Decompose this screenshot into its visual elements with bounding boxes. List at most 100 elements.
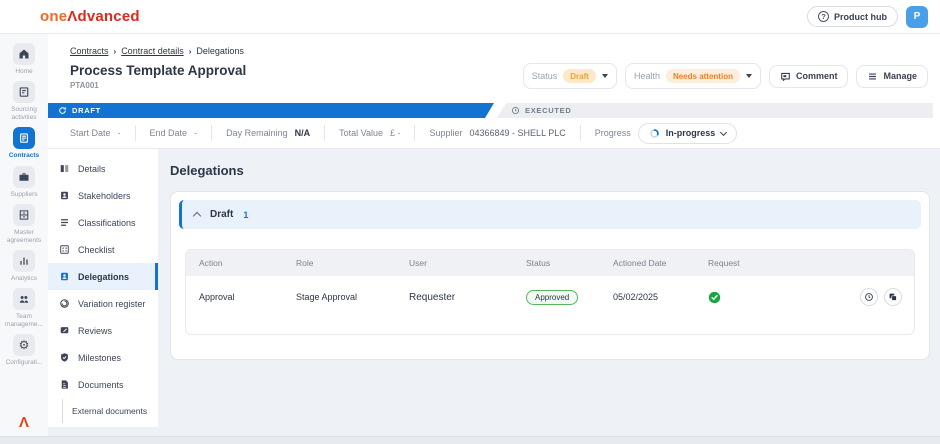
page-toolbar: Status Draft Health Needs attention Comm… [523,63,928,89]
column-role: Role [296,258,409,268]
logo-suffix: Λdvanced [67,8,139,25]
documents-icon [59,379,70,390]
nav-item-reviews[interactable]: Reviews [48,317,158,344]
cell-user: Requester [409,292,526,303]
draft-accordion-header[interactable]: Draft 1 [179,200,921,229]
status-label: Status [532,71,558,81]
sidebar-item-analytics[interactable]: Analytics [0,250,48,283]
total-value-field: Total Value £ - [339,128,414,138]
nav-item-external-documents[interactable]: External documents [48,398,158,424]
end-date-field: End Date - [150,128,212,138]
section-title: Delegations [170,163,930,178]
details-icon [59,163,70,174]
sidebar-item-master-agreements[interactable]: Master agreements [0,204,48,245]
supplier-field: Supplier 04366849 - SHELL PLC [429,128,579,138]
nav-item-checklist[interactable]: Checklist [48,236,158,263]
divider [414,125,415,141]
breadcrumb-contracts[interactable]: Contracts [70,46,109,56]
page-title: Process Template Approval [70,63,246,78]
sidebar-item-contracts[interactable]: Contracts [0,127,48,160]
delegations-icon [59,271,70,282]
breadcrumb-current: Delegations [196,46,244,56]
sidebar-item-home[interactable]: Home [0,43,48,76]
top-header: oneΛdvanced ? Product hub P [0,0,940,34]
variation-register-icon [59,298,70,309]
divider [580,125,581,141]
reviews-icon [59,325,70,336]
request-approved-check-icon [708,291,818,304]
nav-item-details[interactable]: Details [48,155,158,182]
nav-item-milestones[interactable]: Milestones [48,344,158,371]
in-progress-icon [649,128,660,139]
configuration-icon: ⚙ [13,334,35,356]
history-button[interactable] [860,288,878,306]
day-remaining-field: Day Remaining N/A [226,128,324,138]
sourcing-activities-icon [13,81,35,103]
clock-icon [511,106,520,115]
column-user: User [409,258,526,268]
nav-item-stakeholders[interactable]: Stakeholders [48,182,158,209]
delegations-panel: Delegations Draft 1 Action Role User Sta… [158,149,940,441]
help-icon: ? [818,11,829,22]
sidebar-item-configuration[interactable]: ⚙ Configurati... [0,334,48,367]
chevron-down-icon [602,74,608,78]
menu-icon [867,71,878,82]
health-dropdown[interactable]: Health Needs attention [625,63,761,89]
divider [211,125,212,141]
home-icon [13,43,35,65]
analytics-icon [13,250,35,272]
product-hub-label: Product hub [834,12,887,22]
health-badge: Needs attention [666,69,740,83]
checklist-icon [59,244,70,255]
contract-summary-bar: Start Date - End Date - Day Remaining N/… [48,118,940,149]
comment-button[interactable]: Comment [769,65,849,88]
primary-sidebar: Home Sourcing activities Contracts Suppl… [0,34,48,444]
progress-dropdown[interactable]: In-progress [638,123,738,144]
column-request: Request [708,258,818,268]
breadcrumb-separator: › [114,47,117,56]
request-note-button[interactable] [884,288,902,306]
cell-action: Approval [199,292,296,302]
product-hub-button[interactable]: ? Product hub [807,6,898,27]
status-dropdown[interactable]: Status Draft [523,63,617,89]
nav-item-delegations[interactable]: Delegations [48,263,158,290]
breadcrumb-contract-details[interactable]: Contract details [121,46,184,56]
team-management-icon [13,288,35,310]
sidebar-item-sourcing-activities[interactable]: Sourcing activities [0,81,48,122]
nav-item-documents[interactable]: Documents [48,371,158,398]
manage-button[interactable]: Manage [856,65,928,88]
nav-item-classifications[interactable]: Classifications [48,209,158,236]
contract-section-nav: Details Stakeholders Classifications Che… [48,149,158,427]
contract-reference: PTA001 [70,81,246,90]
progress-field: Progress In-progress [595,123,752,144]
status-badge: Draft [563,69,596,83]
refresh-icon [58,106,67,115]
cell-actioned-date: 05/02/2025 [613,292,708,302]
history-icon [864,292,874,302]
content-area: Contracts › Contract details › Delegatio… [48,34,940,444]
stage-executed: EXECUTED [497,103,933,118]
user-avatar[interactable]: P [906,6,928,28]
divider [135,125,136,141]
table-header-row: Action Role User Status Actioned Date Re… [186,250,914,276]
start-date-field: Start Date - [70,128,135,138]
column-action: Action [199,258,296,268]
divider [324,125,325,141]
stakeholders-icon [59,190,70,201]
breadcrumb-separator: › [189,47,192,56]
chevron-down-icon [746,74,752,78]
group-count-badge: 1 [243,210,248,220]
table-row: Approval Stage Approval Requester Approv… [186,276,914,318]
nav-item-variation-register[interactable]: Variation register [48,290,158,317]
document-copy-icon [888,292,898,302]
approved-status-badge: Approved [526,290,578,305]
contract-stage-stepper: DRAFT EXECUTED [48,103,940,118]
chevron-down-icon [720,128,727,135]
sidebar-item-suppliers[interactable]: Suppliers [0,166,48,199]
advanced-logo-mark: Λ [19,415,29,430]
sidebar-item-team-management[interactable]: Team manageme... [0,288,48,329]
suppliers-icon [13,166,35,188]
breadcrumb: Contracts › Contract details › Delegatio… [48,34,940,56]
stage-draft: DRAFT [48,103,494,118]
column-actioned-date: Actioned Date [613,258,708,268]
